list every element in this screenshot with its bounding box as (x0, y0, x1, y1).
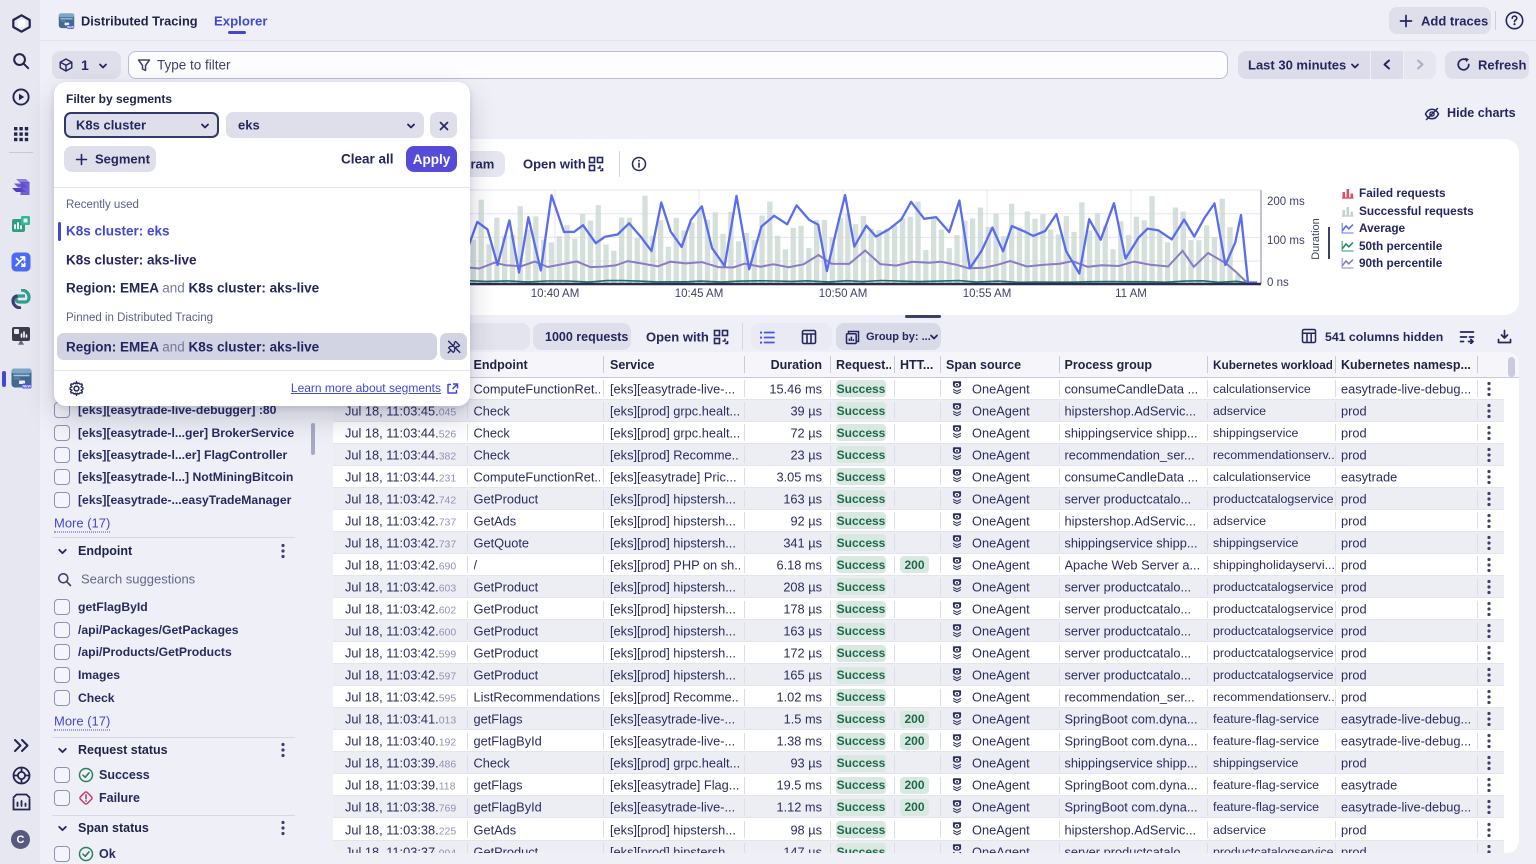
svg-text:NEW: NEW (67, 25, 74, 29)
svg-text:NEW: NEW (23, 384, 32, 388)
